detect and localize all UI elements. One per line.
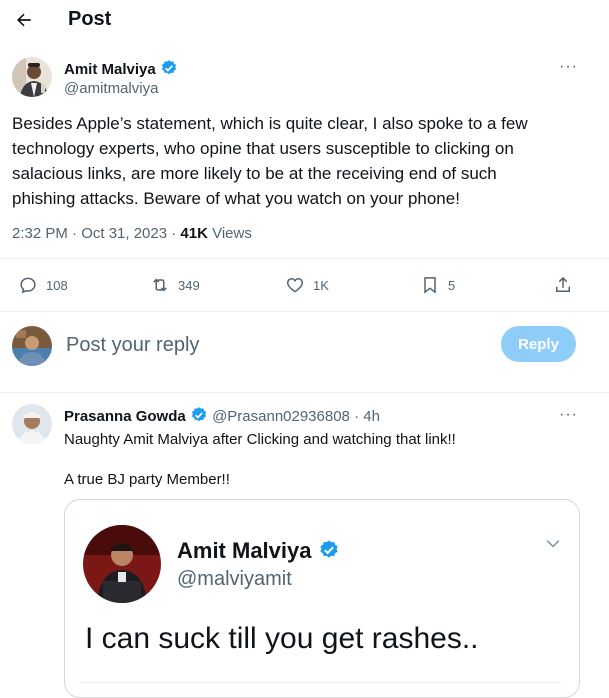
reply-author-handle[interactable]: @Prasann02936808	[212, 408, 350, 425]
action-bar: 108 349 1K 5	[0, 268, 609, 302]
image-author-name-text: Amit Malviya	[177, 538, 312, 563]
share-icon	[556, 276, 570, 292]
image-author-name: Amit Malviya	[177, 538, 340, 564]
reply-attached-image[interactable]: Amit Malviya @malviyamit I can suck till…	[64, 499, 580, 698]
repost-action[interactable]: 349	[150, 268, 200, 302]
author-name[interactable]: Amit Malviya	[64, 59, 178, 79]
verified-badge-icon	[320, 540, 338, 558]
reply-action[interactable]: 108	[18, 268, 68, 302]
bookmark-icon	[424, 277, 436, 294]
image-post-text: I can suck till you get rashes..	[85, 622, 479, 655]
views-count: 41K	[180, 225, 208, 242]
tweet-meta: 2:32 PM · Oct 31, 2023 · 41K Views	[12, 225, 252, 242]
repost-icon	[153, 278, 167, 292]
reply-header: Prasanna Gowda @Prasann02936808 · 4h	[64, 406, 380, 425]
more-options-icon[interactable]: ···	[559, 58, 578, 76]
like-count: 1K	[313, 277, 329, 293]
heart-icon	[286, 277, 304, 293]
divider	[0, 258, 609, 259]
reply-text: Naughty Amit Malviya after Clicking and …	[64, 430, 584, 510]
reply-composer: Post your reply Reply	[0, 318, 609, 378]
reply-author-name[interactable]: Prasanna Gowda	[64, 408, 186, 425]
chevron-down-icon	[546, 540, 560, 548]
divider	[0, 311, 609, 312]
image-author-handle: @malviyamit	[177, 568, 292, 590]
like-action[interactable]: 1K	[285, 268, 329, 302]
image-avatar	[83, 525, 161, 603]
reply-line-2: A true BJ party Member!!	[64, 471, 230, 488]
share-action[interactable]	[553, 268, 581, 302]
author-avatar[interactable]	[12, 57, 52, 97]
reply-author-avatar[interactable]	[12, 404, 52, 444]
reply-line-1: Naughty Amit Malviya after Clicking and …	[64, 431, 456, 448]
bookmark-count: 5	[448, 277, 456, 293]
author-handle[interactable]: @amitmalviya	[64, 80, 158, 97]
divider	[0, 392, 609, 393]
reply-more-options-icon[interactable]: ···	[559, 406, 578, 424]
image-divider	[81, 682, 561, 683]
header: Post	[0, 0, 609, 40]
reply-button[interactable]: Reply	[501, 326, 576, 362]
tweet-timestamp[interactable]: 2:32 PM · Oct 31, 2023 ·	[12, 225, 180, 242]
back-arrow-icon[interactable]	[14, 10, 34, 30]
verified-badge-icon	[162, 60, 177, 75]
verified-badge-icon	[191, 407, 206, 422]
bookmark-action[interactable]: 5	[420, 268, 455, 302]
reply-time[interactable]: · 4h	[350, 408, 380, 425]
current-user-avatar[interactable]	[12, 326, 52, 366]
reply-icon	[20, 277, 36, 294]
reply-input[interactable]: Post your reply	[66, 334, 199, 357]
author-name-text[interactable]: Amit Malviya	[64, 61, 156, 78]
reply-count: 108	[46, 277, 68, 293]
tweet-text: Besides Apple’s statement, which is quit…	[12, 114, 528, 208]
page-title: Post	[68, 8, 112, 30]
repost-count: 349	[178, 277, 200, 293]
views-label: Views	[207, 225, 252, 242]
